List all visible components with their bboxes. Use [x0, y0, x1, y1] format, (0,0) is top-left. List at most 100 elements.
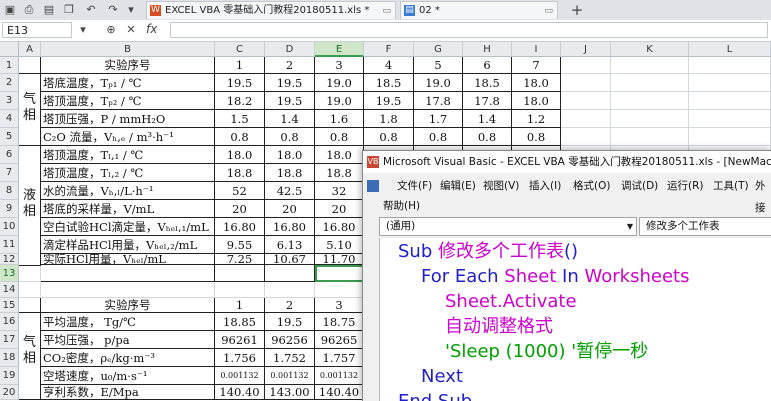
cell-d6[interactable]: 18.0: [265, 146, 315, 164]
name-box[interactable]: E13: [2, 22, 72, 38]
menu-help[interactable]: 帮助(H): [383, 197, 420, 215]
cell-b7[interactable]: 塔顶温度，Tₗ,₂ / ℃: [41, 164, 215, 182]
cell-c4[interactable]: 1.5: [215, 110, 265, 128]
cell-k1[interactable]: [611, 57, 689, 74]
row-header-18[interactable]: 18: [0, 349, 19, 367]
cell-e16[interactable]: 18.75: [315, 313, 364, 331]
cell-b5[interactable]: C₂O 流量，Vₕ,ₑ / m³·h⁻¹: [41, 128, 215, 146]
cell-b19[interactable]: 空塔速度，u₀/m·s⁻¹: [41, 367, 215, 385]
cell-d5[interactable]: 0.8: [265, 128, 315, 146]
menu-edit[interactable]: 编辑(E): [440, 175, 476, 197]
menu-debug[interactable]: 调试(D): [621, 175, 658, 197]
cell-e7[interactable]: 18.8: [315, 164, 364, 182]
procedure-combo[interactable]: 修改多个工作表: [639, 217, 771, 236]
cell-b11[interactable]: 滴定样品HCl用量，Vₕₑₗ,₂/mL: [41, 236, 215, 254]
cell-d2[interactable]: 19.5: [265, 74, 315, 92]
cell-c1[interactable]: 1: [215, 57, 265, 74]
fx-icon[interactable]: fx: [146, 22, 157, 36]
add-tab-button[interactable]: +: [570, 3, 584, 18]
cell-d12[interactable]: 10.67: [265, 254, 315, 265]
menu-tools[interactable]: 工具(T): [713, 175, 749, 197]
cell-e4[interactable]: 1.6: [315, 110, 364, 128]
menu-insert[interactable]: 插入(I): [529, 175, 561, 197]
cell-b13[interactable]: [41, 265, 215, 282]
cell-e3[interactable]: 19.0: [315, 92, 364, 110]
cell-b10[interactable]: 空白试验HCl滴定量，Vₕₑₗ,₁/mL: [41, 218, 215, 236]
column-header-a[interactable]: A: [19, 42, 41, 57]
cell-f2[interactable]: 18.5: [364, 74, 414, 92]
row-header-3[interactable]: 3: [0, 92, 19, 110]
menu-run[interactable]: 运行(R): [667, 175, 704, 197]
cell-e17[interactable]: 96265: [315, 331, 364, 349]
cell-c7[interactable]: 18.8: [215, 164, 265, 182]
cell-e2[interactable]: 19.0: [315, 74, 364, 92]
cell-e5[interactable]: 0.8: [315, 128, 364, 146]
cell-c18[interactable]: 1.756: [215, 349, 265, 367]
cell-d18[interactable]: 1.752: [265, 349, 315, 367]
cell-l2[interactable]: [689, 74, 771, 92]
cell-e8[interactable]: 32: [315, 182, 364, 200]
cell-e15[interactable]: 3: [315, 298, 364, 313]
name-box-dropdown-icon[interactable]: ▾: [76, 23, 90, 37]
cell-a1[interactable]: [19, 57, 41, 74]
label-gas-phase-2[interactable]: 气 相: [19, 313, 41, 400]
cell-a15[interactable]: [19, 298, 41, 313]
cell-i4[interactable]: 1.2: [512, 110, 561, 128]
column-header-e[interactable]: E: [315, 42, 364, 57]
object-combo[interactable]: (通用) ▼: [379, 217, 637, 236]
cell-j2[interactable]: [561, 74, 611, 92]
cell-d14[interactable]: [265, 282, 315, 298]
cell-d7[interactable]: 18.8: [265, 164, 315, 182]
cell-e10[interactable]: 16.80: [315, 218, 364, 236]
label-liquid-phase[interactable]: 液 相: [19, 146, 41, 266]
cell-j1[interactable]: [561, 57, 611, 74]
cell-d10[interactable]: 16.80: [265, 218, 315, 236]
row-header-7[interactable]: 7: [0, 164, 19, 182]
active-cell-e13[interactable]: [315, 265, 364, 282]
cell-g3[interactable]: 17.8: [414, 92, 463, 110]
cell-b12[interactable]: 实际HCl用量，Vₕₑₗ/mL: [41, 254, 215, 265]
cell-d4[interactable]: 1.4: [265, 110, 315, 128]
column-header-j[interactable]: J: [561, 42, 611, 57]
cell-e12[interactable]: 11.70: [315, 254, 364, 265]
cell-b16[interactable]: 平均温度， Tg/℃: [41, 313, 215, 331]
cell-h3[interactable]: 17.8: [463, 92, 512, 110]
cell-f3[interactable]: 19.5: [364, 92, 414, 110]
close-icon[interactable]: ▭: [544, 2, 553, 19]
code-line-4[interactable]: 自动调整格式: [445, 315, 553, 339]
cell-d13[interactable]: [265, 265, 315, 282]
row-header-16[interactable]: 16: [0, 313, 19, 331]
cell-b14[interactable]: [41, 282, 215, 298]
cell-c11[interactable]: 9.55: [215, 236, 265, 254]
row-header-1[interactable]: 1: [0, 57, 19, 74]
row-header-5[interactable]: 5: [0, 128, 19, 146]
column-header-c[interactable]: C: [215, 42, 265, 57]
cell-c19[interactable]: 0.001132: [215, 367, 265, 385]
cell-h2[interactable]: 18.5: [463, 74, 512, 92]
cell-l1[interactable]: [689, 57, 771, 74]
copy-icon[interactable]: ❐: [62, 3, 76, 17]
menu-view[interactable]: 视图(V): [483, 175, 519, 197]
code-line-6[interactable]: Next: [421, 365, 463, 389]
cell-j3[interactable]: [561, 92, 611, 110]
cell-c15[interactable]: 1: [215, 298, 265, 313]
column-header-b[interactable]: B: [41, 42, 215, 57]
cell-i3[interactable]: 18.0: [512, 92, 561, 110]
cell-e18[interactable]: 1.757: [315, 349, 364, 367]
cell-b15[interactable]: 实验序号: [41, 298, 215, 313]
cell-h1[interactable]: 6: [463, 57, 512, 74]
cell-k4[interactable]: [611, 110, 689, 128]
tab-excel-file[interactable]: W EXCEL VBA 零基础入门教程20180511.xls * ▭: [146, 1, 396, 19]
zoom-icon[interactable]: ⊕: [104, 23, 118, 37]
cell-c5[interactable]: 0.8: [215, 128, 265, 146]
cell-d9[interactable]: 20: [265, 200, 315, 218]
cell-e9[interactable]: 20: [315, 200, 364, 218]
vba-editor-window[interactable]: VB Microsoft Visual Basic - EXCEL VBA 零基…: [362, 150, 771, 401]
cell-c16[interactable]: 18.85: [215, 313, 265, 331]
row-header-11[interactable]: 11: [0, 236, 19, 254]
cell-c20[interactable]: 140.40: [215, 385, 265, 400]
code-editor[interactable]: Sub 修改多个工作表() For Each Sheet In Workshee…: [379, 238, 771, 401]
row-header-10[interactable]: 10: [0, 218, 19, 236]
cell-e19[interactable]: 0.001132: [315, 367, 364, 385]
column-header-k[interactable]: K: [611, 42, 689, 57]
